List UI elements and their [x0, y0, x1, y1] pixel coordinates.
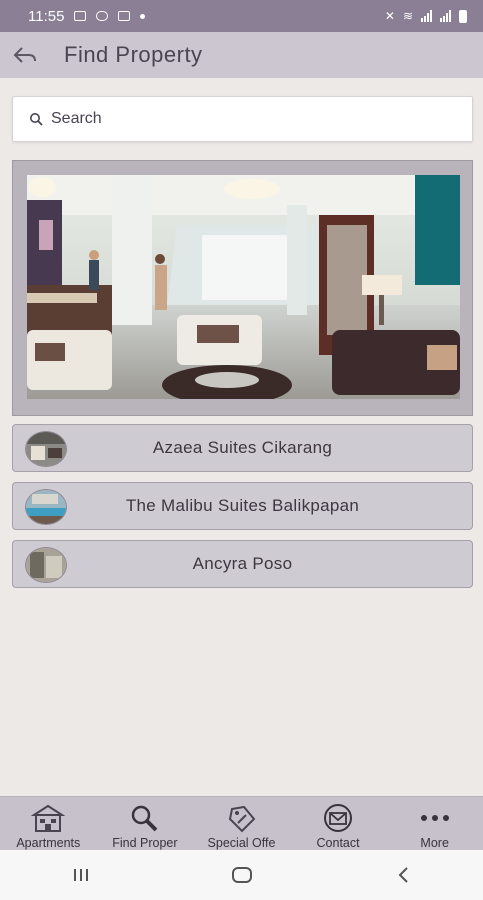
hotel-lobby-image	[27, 175, 460, 399]
system-nav-bar	[0, 850, 483, 900]
recent-apps-button[interactable]	[51, 855, 111, 895]
signal-icon	[421, 10, 432, 22]
property-thumbnail	[25, 431, 67, 467]
chevron-left-icon	[398, 867, 408, 883]
home-button[interactable]	[212, 855, 272, 895]
page-title: Find Property	[64, 42, 203, 67]
home-icon	[231, 867, 252, 883]
mail-icon	[321, 802, 355, 834]
nav-find-property[interactable]: Find Proper	[97, 797, 194, 851]
signal-2-icon	[440, 10, 451, 22]
property-name: The Malibu Suites Balikpapan	[125, 496, 360, 515]
nav-apartments[interactable]: Apartments	[0, 797, 97, 851]
notification-dot-icon	[140, 13, 146, 19]
voicemail-icon	[96, 11, 109, 21]
property-name: Ancyra Poso	[192, 554, 293, 573]
nav-label: More	[420, 836, 449, 850]
search-input[interactable]	[49, 109, 433, 129]
property-thumbnail	[25, 547, 67, 583]
battery-icon	[459, 9, 467, 23]
nav-label: Apartments	[16, 836, 81, 850]
status-bar: 11:55 ✕ ≋	[0, 0, 483, 32]
back-button[interactable]	[2, 32, 48, 78]
bottom-nav: Apartments Find Proper Special Offe Cont…	[0, 796, 483, 851]
nav-special-offers[interactable]: Special Offe	[193, 797, 290, 851]
nav-label: Contact	[316, 836, 360, 850]
wifi-icon: ≋	[402, 9, 413, 23]
property-thumbnail	[25, 489, 67, 525]
property-item[interactable]: Ancyra Poso	[12, 540, 473, 588]
tag-icon	[224, 802, 258, 834]
property-item[interactable]: Azaea Suites Cikarang	[12, 424, 473, 472]
gallery-icon	[74, 11, 87, 21]
featured-banner	[12, 160, 473, 416]
more-icon	[418, 802, 452, 834]
property-list: Azaea Suites Cikarang The Malibu Suites …	[12, 424, 473, 598]
property-item[interactable]: The Malibu Suites Balikpapan	[12, 482, 473, 530]
property-name: Azaea Suites Cikarang	[152, 438, 333, 457]
app-header: Find Property	[0, 32, 483, 78]
mute-icon: ✕	[384, 9, 395, 23]
system-back-button[interactable]	[373, 855, 433, 895]
building-icon	[31, 802, 66, 834]
search-box[interactable]	[12, 96, 473, 142]
message-icon	[118, 11, 131, 21]
search-icon	[128, 802, 162, 834]
recent-apps-icon	[73, 869, 88, 881]
back-arrow-icon	[13, 47, 36, 63]
nav-more[interactable]: More	[386, 797, 483, 851]
search-icon	[30, 113, 43, 126]
status-time: 11:55	[28, 7, 65, 25]
nav-label: Find Proper	[112, 836, 178, 850]
nav-contact[interactable]: Contact	[290, 797, 387, 851]
nav-label: Special Offe	[207, 836, 276, 850]
